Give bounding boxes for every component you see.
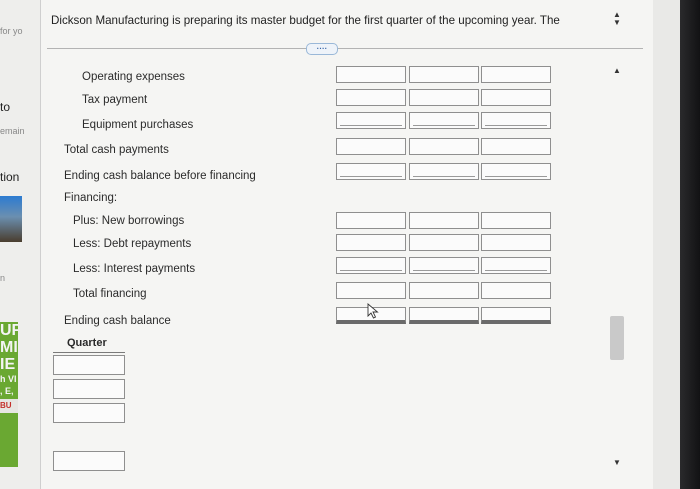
input-cell[interactable] bbox=[481, 138, 551, 155]
input-cell[interactable] bbox=[481, 212, 551, 229]
input-cell[interactable] bbox=[336, 163, 406, 180]
bg-snippet: to bbox=[0, 100, 11, 114]
quarter-input-cell[interactable] bbox=[53, 451, 125, 471]
input-cell[interactable] bbox=[409, 112, 479, 129]
row-label-equipment-purchases: Equipment purchases bbox=[82, 119, 194, 131]
row-label-total-cash-payments: Total cash payments bbox=[64, 144, 169, 156]
row-label-financing-header: Financing: bbox=[64, 192, 118, 204]
quarter-header-underline bbox=[53, 352, 125, 353]
input-cell[interactable] bbox=[336, 138, 406, 155]
input-cell[interactable] bbox=[336, 112, 406, 129]
input-cell[interactable] bbox=[481, 307, 551, 324]
expand-more-button[interactable]: ···· bbox=[306, 43, 338, 55]
row-label-new-borrowings: Plus: New borrowings bbox=[73, 215, 185, 227]
bg-snippet: MI bbox=[0, 339, 18, 356]
row-label-ending-before-financing: Ending cash balance before financing bbox=[64, 170, 256, 182]
question-panel: Dickson Manufacturing is preparing its m… bbox=[41, 0, 653, 489]
row-label-debt-repayments: Less: Debt repayments bbox=[73, 238, 192, 250]
row-label-operating-expenses: Operating expenses bbox=[82, 71, 185, 83]
input-cell[interactable] bbox=[409, 212, 479, 229]
input-cell[interactable] bbox=[409, 307, 479, 324]
row-label-ending-cash-balance: Ending cash balance bbox=[64, 315, 171, 327]
input-cell[interactable] bbox=[409, 89, 479, 106]
input-cell[interactable] bbox=[336, 89, 406, 106]
background-window-strip: for yo to emain tion n UF MI IE h VI , E… bbox=[0, 0, 41, 489]
input-cell[interactable] bbox=[481, 163, 551, 180]
input-cell[interactable] bbox=[336, 282, 406, 299]
bg-thumbnail bbox=[0, 196, 22, 242]
bg-snippet: UF bbox=[0, 322, 18, 339]
input-cell[interactable] bbox=[409, 257, 479, 274]
scrollbar-thumb[interactable] bbox=[610, 316, 624, 360]
bg-snippet: n bbox=[0, 273, 6, 283]
row-label-tax-payment: Tax payment bbox=[82, 94, 148, 106]
input-cell[interactable] bbox=[409, 282, 479, 299]
input-cell[interactable] bbox=[336, 257, 406, 274]
bg-snippet: , E, bbox=[0, 386, 14, 396]
input-cell[interactable] bbox=[409, 138, 479, 155]
input-cell[interactable] bbox=[409, 66, 479, 83]
input-cell[interactable] bbox=[481, 257, 551, 274]
section-divider bbox=[47, 48, 643, 49]
input-cell[interactable] bbox=[409, 163, 479, 180]
input-cell[interactable] bbox=[336, 212, 406, 229]
row-label-interest-payments: Less: Interest payments bbox=[73, 263, 196, 275]
quarter-input-cell[interactable] bbox=[53, 355, 125, 375]
input-cell[interactable] bbox=[481, 66, 551, 83]
input-cell[interactable] bbox=[336, 234, 406, 251]
bg-snippet: emain bbox=[0, 126, 25, 136]
bg-snippet: BU bbox=[0, 399, 18, 413]
quarter-input-cell[interactable] bbox=[53, 379, 125, 399]
monitor-bezel bbox=[680, 0, 700, 489]
bg-snippet: for yo bbox=[0, 26, 23, 36]
input-cell[interactable] bbox=[481, 282, 551, 299]
quarter-input-cell[interactable] bbox=[53, 403, 125, 423]
input-cell[interactable] bbox=[336, 66, 406, 83]
bg-green-banner: UF MI IE h VI , E, BU bbox=[0, 322, 18, 467]
input-cell[interactable] bbox=[409, 234, 479, 251]
question-text: Dickson Manufacturing is preparing its m… bbox=[51, 14, 560, 27]
input-cell[interactable] bbox=[481, 89, 551, 106]
row-label-total-financing: Total financing bbox=[73, 288, 147, 300]
scroll-up-arrow-icon[interactable]: ▲ bbox=[613, 66, 621, 75]
bg-snippet: h VI bbox=[0, 374, 17, 384]
up-down-spinner-icon[interactable]: ▲ ▼ bbox=[612, 11, 622, 29]
input-cell[interactable] bbox=[481, 112, 551, 129]
scroll-down-arrow-icon[interactable]: ▼ bbox=[613, 458, 621, 467]
input-cell[interactable] bbox=[481, 234, 551, 251]
screen-photo: for yo to emain tion n UF MI IE h VI , E… bbox=[0, 0, 680, 489]
bg-snippet: IE bbox=[0, 356, 16, 373]
mouse-pointer-icon bbox=[367, 303, 379, 319]
bg-snippet: tion bbox=[0, 170, 20, 184]
quarter-column-header: Quarter bbox=[67, 337, 107, 349]
